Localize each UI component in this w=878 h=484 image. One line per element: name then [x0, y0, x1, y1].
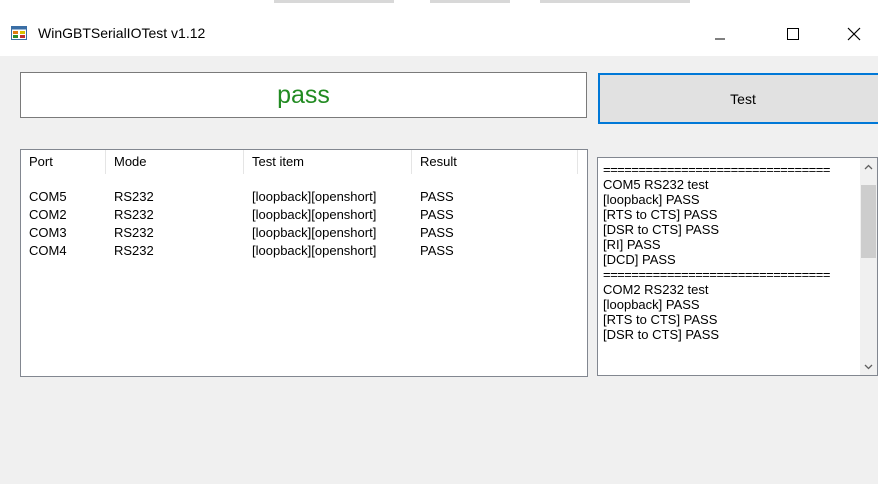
close-button[interactable] [831, 12, 877, 56]
scrollbar-thumb[interactable] [861, 185, 876, 258]
background-text-fragment [274, 0, 394, 3]
cell-test-item: [loopback][openshort] [252, 225, 377, 240]
cell-mode: RS232 [114, 189, 154, 204]
title-bar[interactable]: WinGBTSerialIOTest v1.12 [0, 12, 878, 56]
column-header-mode[interactable]: Mode [106, 150, 244, 174]
column-header-port[interactable]: Port [21, 150, 106, 174]
log-line: [RTS to CTS] PASS [603, 207, 718, 222]
column-header-label: Test item [252, 154, 305, 169]
cell-mode: RS232 [114, 243, 154, 258]
column-header-test-item[interactable]: Test item [244, 150, 412, 174]
column-header-result[interactable]: Result [412, 150, 578, 174]
background-window-strip [0, 0, 878, 12]
log-line: [loopback] PASS [603, 297, 700, 312]
column-header-label: Mode [114, 154, 147, 169]
cell-mode: RS232 [114, 207, 154, 222]
log-line: COM5 RS232 test [603, 177, 709, 192]
chevron-down-icon [864, 364, 873, 369]
cell-result: PASS [420, 225, 454, 240]
log-line: [loopback] PASS [603, 192, 700, 207]
cell-test-item: [loopback][openshort] [252, 189, 377, 204]
log-content: ================================ COM5 RS… [603, 162, 853, 342]
column-header-label: Result [420, 154, 457, 169]
log-line: ================================ [603, 162, 830, 177]
cell-test-item: [loopback][openshort] [252, 243, 377, 258]
log-line: ================================ [603, 267, 830, 282]
table-row[interactable]: COM3 RS232 [loopback][openshort] PASS [21, 224, 587, 242]
test-button-label: Test [730, 90, 756, 107]
result-text: pass [277, 80, 330, 109]
chevron-up-icon [864, 164, 873, 169]
close-icon [847, 27, 861, 41]
log-line: COM2 RS232 test [603, 282, 709, 297]
list-header: Port Mode Test item Result [21, 150, 587, 174]
cell-port: COM2 [29, 207, 67, 222]
background-text-fragment [430, 0, 510, 3]
minimize-button[interactable] [697, 12, 743, 56]
cell-mode: RS232 [114, 225, 154, 240]
cell-port: COM3 [29, 225, 67, 240]
log-line: [DSR to CTS] PASS [603, 222, 720, 237]
column-header-label: Port [29, 154, 53, 169]
log-line: [DSR to CTS] PASS [603, 327, 720, 342]
minimize-icon [715, 38, 725, 40]
app-icon [11, 25, 27, 41]
log-textbox[interactable]: ================================ COM5 RS… [597, 157, 878, 376]
table-row[interactable]: COM2 RS232 [loopback][openshort] PASS [21, 206, 587, 224]
test-button[interactable]: Test [598, 73, 878, 124]
maximize-button[interactable] [770, 12, 816, 56]
cell-port: COM4 [29, 243, 67, 258]
scroll-down-button[interactable] [860, 358, 877, 375]
cell-result: PASS [420, 207, 454, 222]
window-title: WinGBTSerialIOTest v1.12 [38, 25, 206, 41]
background-text-fragment [540, 0, 690, 3]
cell-result: PASS [420, 243, 454, 258]
maximize-icon [787, 28, 799, 40]
cell-port: COM5 [29, 189, 67, 204]
scroll-up-button[interactable] [860, 158, 877, 175]
cell-test-item: [loopback][openshort] [252, 207, 377, 222]
result-display: pass [20, 72, 587, 118]
log-line: [RTS to CTS] PASS [603, 312, 718, 327]
results-list-view[interactable]: Port Mode Test item Result COM5 RS232 [l… [20, 149, 588, 377]
log-line: [DCD] PASS [603, 252, 676, 267]
table-row[interactable]: COM5 RS232 [loopback][openshort] PASS [21, 188, 587, 206]
log-vertical-scrollbar[interactable] [860, 158, 877, 375]
table-row[interactable]: COM4 RS232 [loopback][openshort] PASS [21, 242, 587, 260]
log-line: [RI] PASS [603, 237, 661, 252]
cell-result: PASS [420, 189, 454, 204]
